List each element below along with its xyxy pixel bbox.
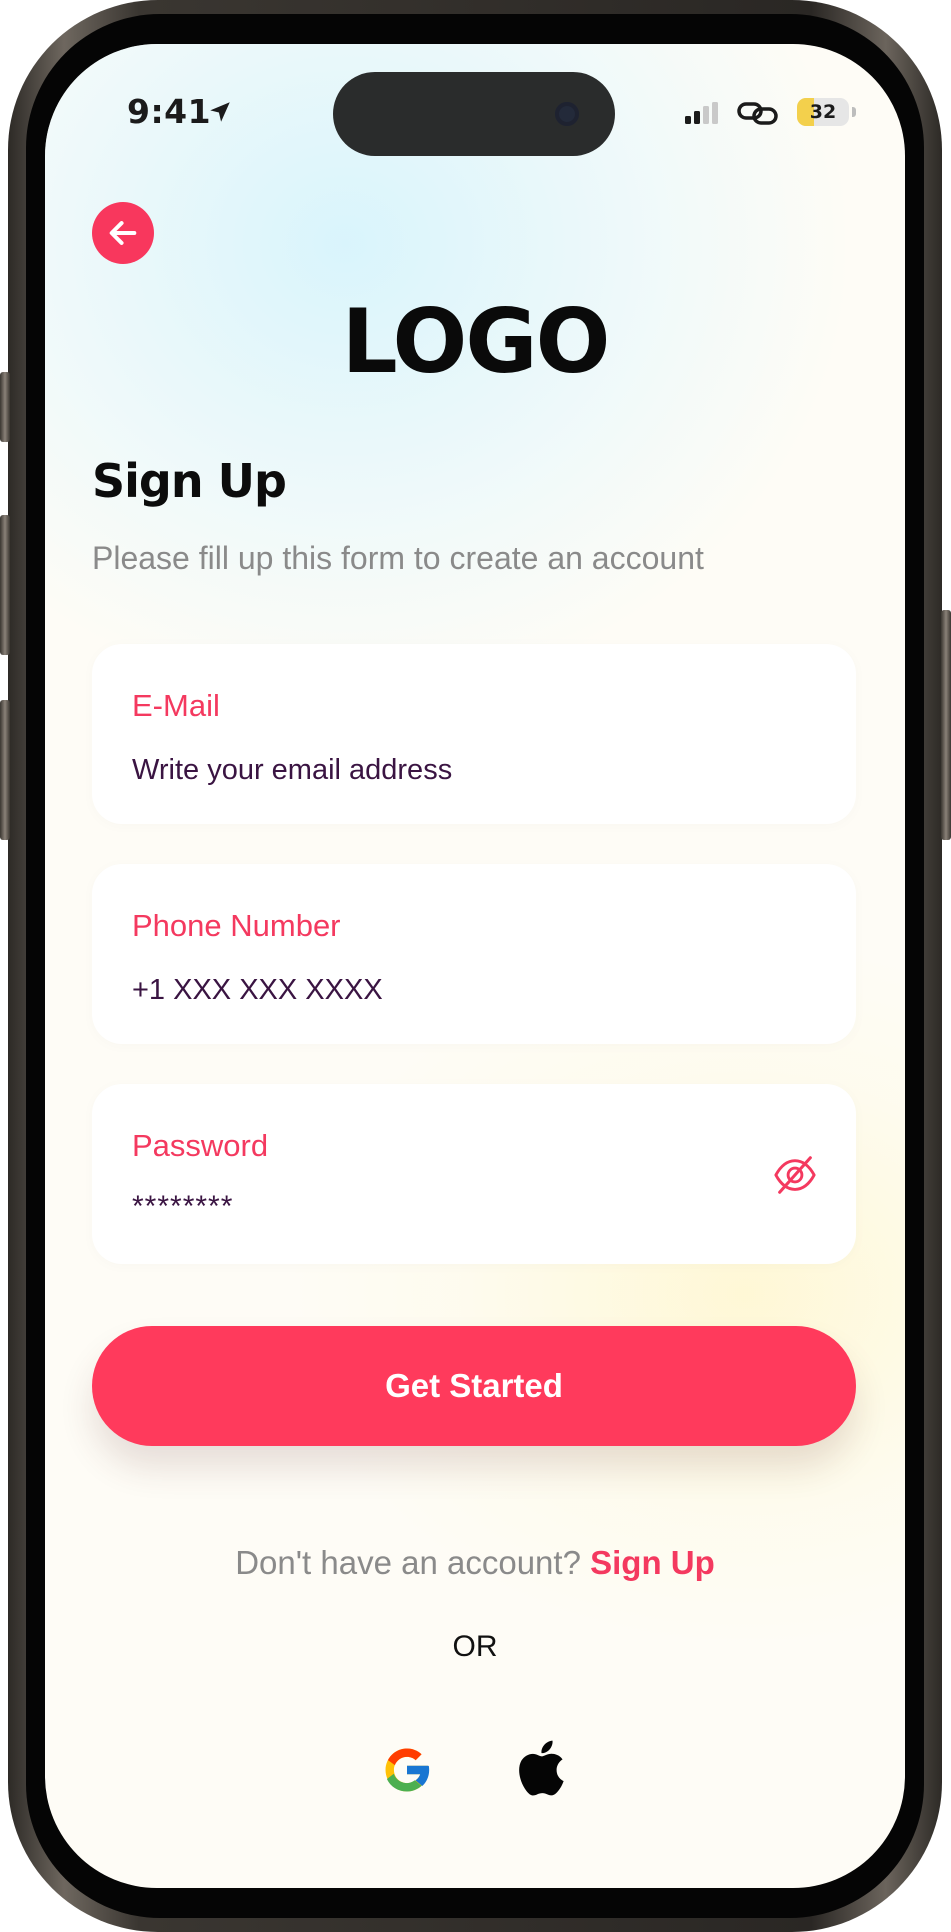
signup-prompt-text: Don't have an account? [235,1544,581,1581]
battery-cap [852,107,856,117]
location-arrow-icon [210,102,230,122]
get-started-button[interactable]: Get Started [92,1326,856,1446]
page-subtitle: Please fill up this form to create an ac… [92,540,704,576]
email-field[interactable]: E-Mail Write your email address [92,644,856,824]
email-label: E-Mail [132,688,220,723]
volume-down-button [0,700,10,840]
email-input[interactable]: Write your email address [132,754,452,787]
battery-percent: 32 [809,101,837,123]
phone-label: Phone Number [132,908,341,943]
page-title: Sign Up [92,454,287,508]
cellular-signal-icon [685,102,718,124]
front-camera [555,102,579,126]
volume-up-button [0,515,10,655]
phone-field[interactable]: Phone Number +1 XXX XXX XXXX [92,864,856,1044]
password-field[interactable]: Password ******** [92,1084,856,1264]
signup-link[interactable]: Sign Up [590,1544,715,1581]
app-logo: LOGO [341,290,611,393]
google-icon [385,1748,430,1792]
link-icon [737,102,778,125]
signup-prompt: Don't have an account? Sign Up [45,1544,905,1582]
phone-input[interactable]: +1 XXX XXX XXXX [132,974,383,1007]
google-signin-button[interactable] [379,1742,435,1802]
apple-icon [519,1740,564,1796]
password-input[interactable]: ******** [132,1190,233,1224]
phone-screen: 9:41 32 LOGO Sign Up Please fill up this… [45,44,905,1888]
password-label: Password [132,1128,269,1163]
back-button[interactable] [92,202,154,264]
or-divider: OR [452,1630,498,1663]
action-button [0,372,10,442]
status-time: 9:41 [127,92,212,131]
toggle-password-visibility-button[interactable] [772,1152,818,1202]
power-button [941,610,951,840]
apple-signin-button[interactable] [511,1736,567,1804]
eye-off-icon [774,1156,816,1194]
battery-icon: 32 [797,98,849,126]
dynamic-island [333,72,615,156]
background-glow-bottom [295,944,905,1644]
arrow-left-icon [109,221,137,245]
